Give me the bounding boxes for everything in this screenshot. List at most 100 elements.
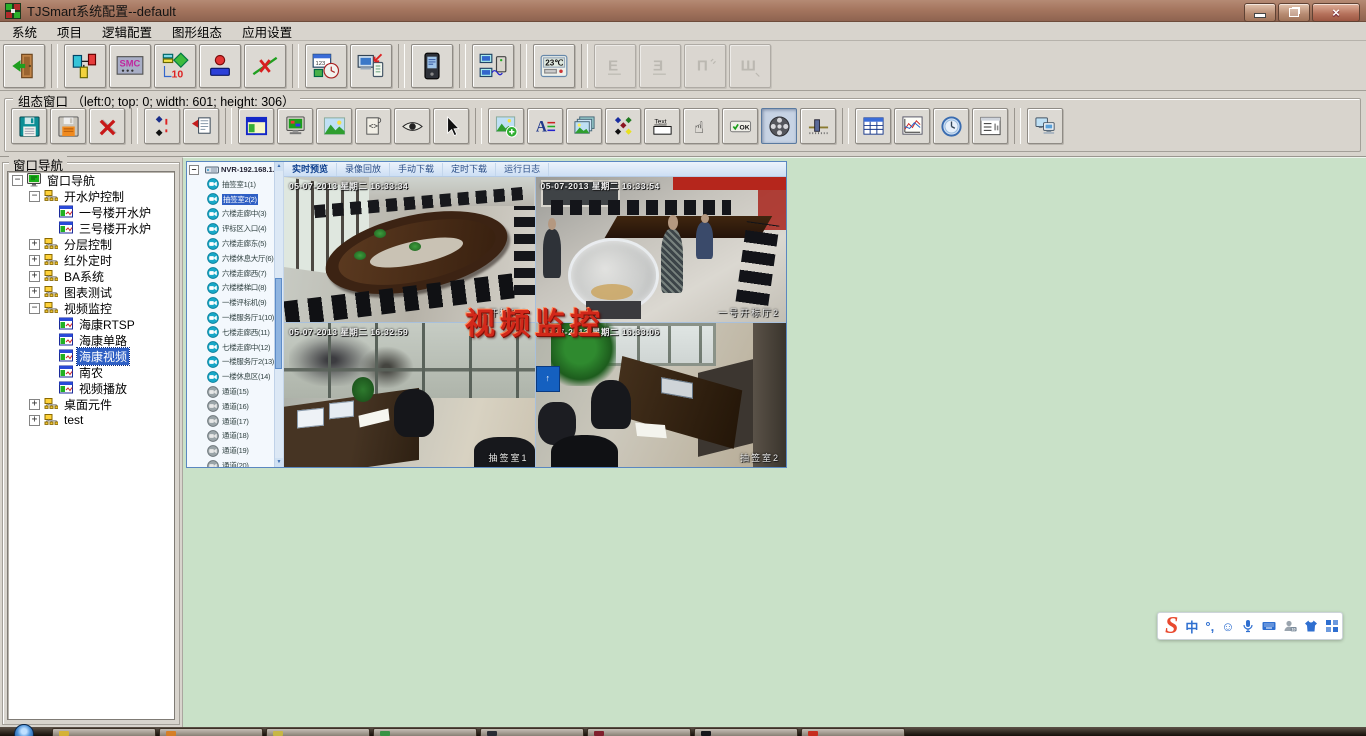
tree-item[interactable]: +红外定时 (8, 252, 174, 268)
camera-item[interactable]: 评标区入口(4) (187, 221, 283, 236)
camera-item[interactable]: 通道(19) (187, 443, 283, 458)
tree-collapse-icon[interactable]: − (189, 165, 199, 175)
menu-item[interactable]: 应用设置 (232, 20, 302, 43)
device-config-button[interactable] (64, 44, 106, 88)
camera-item[interactable]: 六楼休息大厅(6) (187, 251, 283, 266)
video-feed-4[interactable]: ↑ 05-07-2013 星期二 16:33:06 抽签室2 (536, 323, 787, 468)
ok-button-button[interactable]: OK (722, 108, 758, 144)
tree-item[interactable]: 海康单路 (8, 332, 174, 348)
skin-icon[interactable] (1304, 619, 1318, 633)
camera-item[interactable]: 一楼服务厅1(10) (187, 310, 283, 325)
tree-item[interactable]: 南农 (8, 364, 174, 380)
taskbar-button[interactable] (480, 728, 584, 736)
camera-list-scrollbar[interactable]: ▲ ▼ (274, 162, 283, 467)
camera-item[interactable]: 抽签室2(2) (187, 192, 283, 207)
disabled-sha-button[interactable]: Ш (729, 44, 771, 88)
camera-item[interactable]: 七楼走廊中(12) (187, 340, 283, 355)
thermostat-button[interactable]: 23℃ (533, 44, 575, 88)
camera-item[interactable]: 抽签室1(1) (187, 177, 283, 192)
window-new-button[interactable] (238, 108, 274, 144)
tree-item[interactable]: −开水炉控制 (8, 188, 174, 204)
hand-pointer-button[interactable]: ☝ (683, 108, 719, 144)
taskbar-button[interactable] (694, 728, 798, 736)
handheld-device-button[interactable] (411, 44, 453, 88)
account-icon[interactable]: 10 (1283, 619, 1297, 633)
expand-icon[interactable]: + (29, 271, 40, 282)
menu-item[interactable]: 系统 (2, 20, 47, 43)
camera-item[interactable]: 一楼服务厅2(13) (187, 355, 283, 370)
expand-icon[interactable]: + (29, 399, 40, 410)
camera-item[interactable]: 通道(16) (187, 399, 283, 414)
pc-download-button[interactable] (350, 44, 392, 88)
camera-item[interactable]: 通道(17) (187, 414, 283, 429)
camera-item[interactable]: 一楼评标机(9) (187, 295, 283, 310)
camera-item[interactable]: 六楼走廊中(3) (187, 207, 283, 222)
tree-item[interactable]: +分层控制 (8, 236, 174, 252)
disabled-e-button[interactable]: E (594, 44, 636, 88)
taskbar-button[interactable] (159, 728, 263, 736)
tree-item[interactable]: +图表测试 (8, 284, 174, 300)
table-grid-button[interactable] (855, 108, 891, 144)
video-tab[interactable]: 录像回放 (337, 163, 390, 176)
text-box-button[interactable]: Text (644, 108, 680, 144)
camera-item[interactable]: 七楼走廊西(11) (187, 325, 283, 340)
image-add-button[interactable] (488, 108, 524, 144)
smc-controller-button[interactable]: SMC (109, 44, 151, 88)
menu-item[interactable]: 项目 (47, 20, 92, 43)
video-tab[interactable]: 实时预览 (284, 163, 337, 176)
list-view-button[interactable] (972, 108, 1008, 144)
image-stack-button[interactable] (566, 108, 602, 144)
schedule-config-button[interactable]: 123 (305, 44, 347, 88)
sogou-logo-icon[interactable]: S (1165, 613, 1178, 639)
save-button[interactable] (11, 108, 47, 144)
taskbar-button[interactable] (587, 728, 691, 736)
paste-config-button[interactable] (183, 108, 219, 144)
align-spacing-button[interactable] (144, 108, 180, 144)
expand-icon[interactable]: + (29, 287, 40, 298)
cursor-button[interactable] (433, 108, 469, 144)
color-dots-button[interactable] (605, 108, 641, 144)
expand-icon[interactable]: + (29, 255, 40, 266)
clock-gauge-button[interactable] (933, 108, 969, 144)
video-tab[interactable]: 手动下载 (390, 163, 443, 176)
slider-control-button[interactable] (800, 108, 836, 144)
nvr-device-node[interactable]: − NVR-192.168.1.65 (187, 162, 283, 177)
disabled-pi-button[interactable]: Π (684, 44, 726, 88)
video-tab[interactable]: 定时下载 (443, 163, 496, 176)
restore-button[interactable] (1278, 3, 1310, 22)
camera-item[interactable]: 通道(15) (187, 384, 283, 399)
scrollbar-thumb[interactable] (275, 278, 282, 370)
tree-item[interactable]: +test (8, 412, 174, 428)
chinese-mode-icon[interactable]: 中 (1185, 617, 1198, 636)
menu-item[interactable]: 图形组态 (162, 20, 232, 43)
tree-item[interactable]: −窗口导航 (8, 172, 174, 188)
expand-icon[interactable]: + (29, 415, 40, 426)
remote-desktop-button[interactable] (1027, 108, 1063, 144)
camera-item[interactable]: 一楼休息区(14) (187, 369, 283, 384)
camera-item[interactable]: 六楼走廊东(5) (187, 236, 283, 251)
punctuation-icon[interactable]: °, (1205, 619, 1214, 634)
monitor-view-button[interactable] (277, 108, 313, 144)
tree-item[interactable]: −视频监控 (8, 300, 174, 316)
font-text-button[interactable]: A (527, 108, 563, 144)
tree-item[interactable]: +桌面元件 (8, 396, 174, 412)
taskbar[interactable] (0, 727, 1366, 736)
delete-item-button[interactable] (89, 108, 125, 144)
video-feed-3[interactable]: 05-07-2013 星期二 16:32:59 抽签室1 (284, 323, 535, 468)
toolbox-icon[interactable] (1325, 619, 1339, 633)
eye-button[interactable] (394, 108, 430, 144)
data-point-button[interactable] (199, 44, 241, 88)
chart-line-button[interactable] (894, 108, 930, 144)
line-disable-button[interactable] (244, 44, 286, 88)
network-link-button[interactable] (472, 44, 514, 88)
collapse-icon[interactable]: − (29, 303, 40, 314)
exit-door-button[interactable] (3, 44, 45, 88)
io-config-button[interactable]: 10 (154, 44, 196, 88)
script-button[interactable]: <> (355, 108, 391, 144)
close-button[interactable]: × (1312, 3, 1360, 22)
tree-item[interactable]: 海康RTSP (8, 316, 174, 332)
emoji-icon[interactable]: ☺ (1221, 619, 1234, 634)
camera-item[interactable]: 六楼走廊西(7) (187, 266, 283, 281)
minimize-button[interactable] (1244, 3, 1276, 22)
keyboard-icon[interactable] (1262, 619, 1276, 633)
